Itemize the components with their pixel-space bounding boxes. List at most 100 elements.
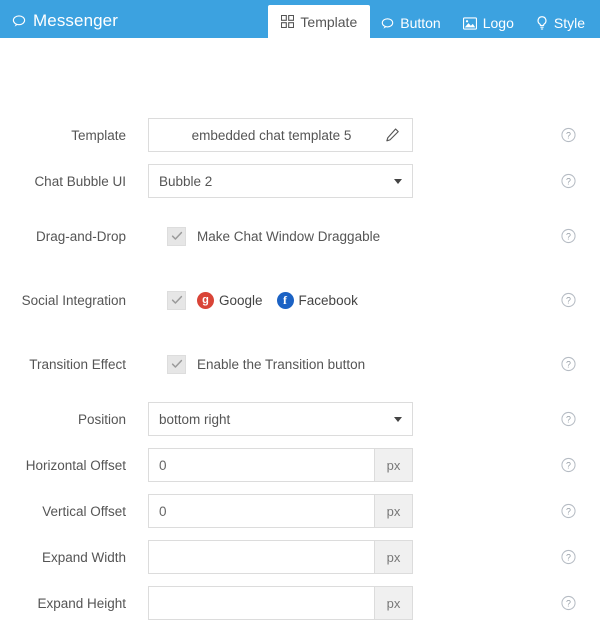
row-transition-effect: Transition Effect Enable the Transition …	[0, 332, 600, 396]
label-drag-and-drop: Drag-and-Drop	[35, 228, 126, 244]
app-header: Messenger Template Button Logo Style	[0, 0, 600, 38]
row-template: Template embedded chat template 5 ?	[0, 112, 600, 158]
control-drag-and-drop: Make Chat Window Draggable	[167, 226, 600, 246]
help-circle-icon[interactable]: ?	[561, 411, 576, 427]
lightbulb-icon	[536, 16, 548, 30]
social-providers: g Google f Facebook	[197, 291, 358, 309]
row-drag-and-drop: Drag-and-Drop Make Chat Window Draggable…	[0, 204, 600, 268]
tab-template-label: Template	[300, 13, 358, 30]
facebook-icon: f	[276, 291, 294, 309]
template-value: embedded chat template 5	[191, 127, 352, 143]
svg-text:?: ?	[566, 598, 571, 608]
grid-icon	[281, 15, 295, 28]
chat-bubble-ui-select[interactable]: Bubble 2	[148, 164, 413, 198]
row-horizontal-offset: Horizontal Offset px ?	[0, 442, 600, 488]
messenger-settings-page: Messenger Template Button Logo Style Tem…	[0, 0, 600, 626]
social-provider-facebook-label: Facebook	[298, 292, 358, 308]
svg-text:?: ?	[566, 176, 571, 186]
chat-bubble-icon	[12, 14, 26, 28]
help-circle-icon[interactable]: ?	[561, 595, 576, 611]
position-select[interactable]: bottom right	[148, 402, 413, 436]
label-position: Position	[77, 411, 126, 427]
expand-width-input[interactable]	[149, 541, 374, 573]
control-transition-effect: Enable the Transition button	[167, 354, 600, 374]
svg-text:?: ?	[566, 460, 571, 470]
social-integration-checkbox[interactable]	[167, 290, 186, 310]
svg-text:?: ?	[566, 231, 571, 241]
row-social-integration: Social Integration g Google f Facebook ?	[0, 268, 600, 332]
tab-button[interactable]: Button	[370, 8, 451, 38]
social-provider-google[interactable]: g Google	[197, 291, 263, 309]
expand-height-unit: px	[374, 587, 412, 619]
label-expand-height: Expand Height	[37, 595, 126, 611]
image-icon	[462, 16, 477, 30]
drag-and-drop-checkbox-group: Make Chat Window Draggable	[167, 226, 381, 246]
vertical-offset-input[interactable]	[149, 495, 374, 527]
row-position: Position bottom right ?	[0, 396, 600, 442]
label-template: Template	[71, 127, 126, 143]
chevron-down-icon	[394, 178, 402, 184]
brand: Messenger	[0, 12, 118, 38]
brand-label: Messenger	[33, 11, 118, 30]
label-chat-bubble-ui: Chat Bubble UI	[34, 173, 126, 189]
svg-text:?: ?	[566, 130, 571, 140]
expand-height-field: px	[148, 586, 413, 620]
chat-bubble-ui-value: Bubble 2	[159, 173, 213, 189]
horizontal-offset-input[interactable]	[149, 449, 374, 481]
expand-height-input[interactable]	[149, 587, 374, 619]
transition-effect-checkbox[interactable]	[167, 354, 186, 374]
control-vertical-offset: px	[148, 494, 600, 528]
row-expand-width: Expand Width px ?	[0, 534, 600, 580]
label-expand-width: Expand Width	[41, 549, 126, 565]
drag-and-drop-checkbox-label: Make Chat Window Draggable	[197, 228, 381, 244]
control-horizontal-offset: px	[148, 448, 600, 482]
settings-form: Template embedded chat template 5 ? Chat…	[0, 38, 600, 626]
horizontal-offset-unit: px	[374, 449, 412, 481]
svg-text:?: ?	[566, 552, 571, 562]
tab-style-label: Style	[553, 15, 585, 31]
template-input[interactable]: embedded chat template 5	[148, 118, 413, 152]
transition-effect-checkbox-label: Enable the Transition button	[197, 356, 366, 372]
tab-button-label: Button	[400, 15, 441, 31]
row-vertical-offset: Vertical Offset px ?	[0, 488, 600, 534]
help-circle-icon[interactable]: ?	[561, 457, 576, 473]
label-transition-effect: Transition Effect	[29, 356, 126, 372]
svg-text:?: ?	[566, 295, 571, 305]
help-circle-icon[interactable]: ?	[561, 503, 576, 519]
control-expand-height: px	[148, 586, 600, 620]
tab-style[interactable]: Style	[525, 8, 596, 38]
svg-text:?: ?	[566, 359, 571, 369]
tab-logo[interactable]: Logo	[452, 8, 525, 38]
google-plus-icon: g	[197, 291, 214, 309]
control-template: embedded chat template 5	[148, 118, 600, 152]
social-provider-facebook[interactable]: f Facebook	[276, 291, 358, 309]
vertical-offset-unit: px	[374, 495, 412, 527]
svg-text:?: ?	[566, 414, 571, 424]
label-social-integration: Social Integration	[21, 292, 126, 308]
control-social-integration: g Google f Facebook	[167, 290, 600, 310]
chat-bubble-icon	[381, 17, 394, 30]
transition-checkbox-group: Enable the Transition button	[167, 354, 366, 374]
tab-logo-label: Logo	[482, 15, 514, 31]
control-expand-width: px	[148, 540, 600, 574]
social-checkbox-group: g Google f Facebook	[167, 290, 358, 310]
drag-and-drop-checkbox[interactable]	[167, 226, 186, 246]
control-chat-bubble-ui: Bubble 2	[148, 164, 600, 198]
pencil-icon[interactable]	[385, 128, 400, 143]
svg-text:?: ?	[566, 506, 571, 516]
row-expand-height: Expand Height px ?	[0, 580, 600, 626]
tab-template[interactable]: Template	[268, 5, 371, 38]
help-circle-icon[interactable]: ?	[561, 173, 576, 189]
expand-width-unit: px	[374, 541, 412, 573]
control-position: bottom right	[148, 402, 600, 436]
vertical-offset-field: px	[148, 494, 413, 528]
help-circle-icon[interactable]: ?	[561, 127, 576, 143]
chevron-down-icon	[394, 416, 402, 422]
help-circle-icon[interactable]: ?	[561, 228, 576, 244]
expand-width-field: px	[148, 540, 413, 574]
horizontal-offset-field: px	[148, 448, 413, 482]
help-circle-icon[interactable]: ?	[561, 356, 576, 372]
position-value: bottom right	[159, 411, 231, 427]
help-circle-icon[interactable]: ?	[561, 292, 576, 308]
help-circle-icon[interactable]: ?	[561, 549, 576, 565]
